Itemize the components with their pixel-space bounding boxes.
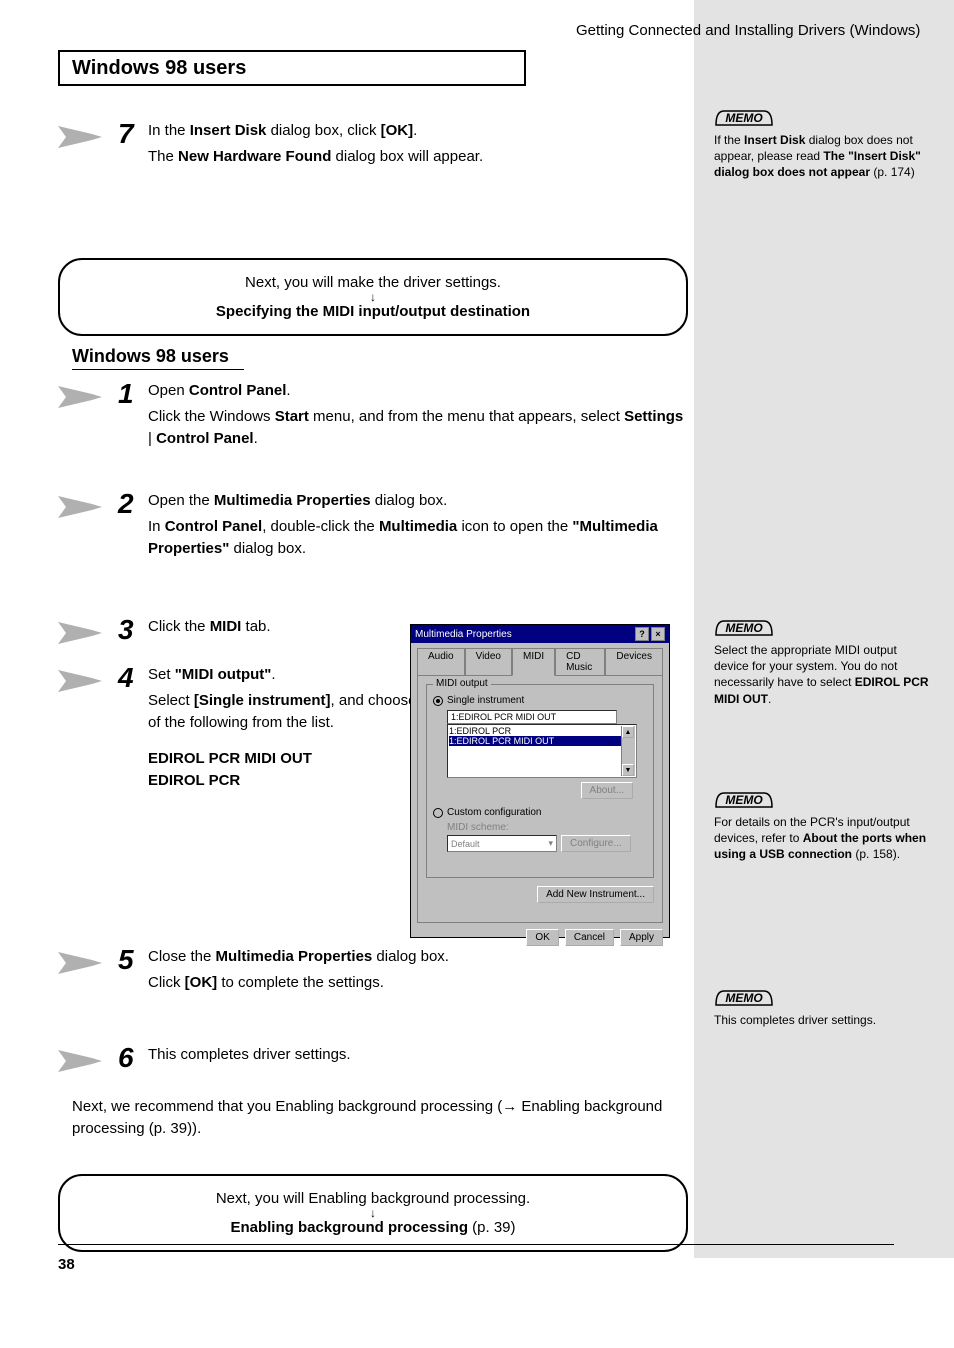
list-item: EDIROL PCR	[148, 772, 240, 789]
svg-text:MEMO: MEMO	[725, 793, 763, 807]
step-text: This completes driver settings.	[148, 1044, 688, 1066]
dialog-tabs: Audio Video MIDI CD Music Devices	[411, 643, 669, 675]
page-number: 38	[58, 1256, 75, 1273]
close-icon[interactable]: ×	[651, 627, 665, 641]
help-icon[interactable]: ?	[635, 627, 649, 641]
step-text: Close the Multimedia Properties dialog b…	[148, 946, 688, 968]
memo-icon: MEMO	[714, 786, 778, 812]
instrument-list[interactable]: 1:EDIROL PCR 1:EDIROL PCR MIDI OUT ▲ ▼	[447, 724, 637, 778]
step-arrow-icon	[58, 664, 118, 694]
step-text: Open the Multimedia Properties dialog bo…	[148, 490, 688, 512]
midi-output-group: MIDI output Single instrument 1:EDIROL P…	[426, 684, 654, 878]
scroll-down-icon[interactable]: ▼	[622, 764, 634, 776]
cancel-button[interactable]: Cancel	[565, 929, 614, 946]
footer-rule	[58, 1244, 894, 1245]
chevron-down-icon: ▾	[548, 838, 553, 849]
step-arrow-icon	[58, 490, 118, 520]
callout-next-bg: Next, you will Enabling background proce…	[58, 1174, 688, 1252]
scheme-dropdown[interactable]: Default ▾	[447, 835, 557, 852]
down-arrow-icon: ↓	[82, 1207, 664, 1219]
ok-button[interactable]: OK	[526, 929, 558, 946]
radio-single-instrument[interactable]	[433, 696, 443, 706]
section-title-box: Windows 98 users	[58, 50, 526, 86]
step-number: 1	[118, 380, 148, 408]
step-number: 5	[118, 946, 148, 974]
tab-cd-music[interactable]: CD Music	[555, 648, 605, 676]
memo-note: MEMO If the Insert Disk dialog box does …	[714, 104, 934, 181]
step-number: 7	[118, 120, 148, 148]
selected-instrument-field[interactable]: 1:EDIROL PCR MIDI OUT	[447, 710, 617, 724]
svg-text:MEMO: MEMO	[725, 621, 763, 635]
step-subtext: In Control Panel, double-click the Multi…	[148, 516, 688, 560]
memo-note: MEMO Select the appropriate MIDI output …	[714, 614, 934, 707]
memo-icon: MEMO	[714, 614, 778, 640]
step-arrow-icon	[58, 1044, 118, 1074]
scroll-up-icon[interactable]: ▲	[622, 726, 634, 738]
step-number: 2	[118, 490, 148, 518]
list-item[interactable]: 1:EDIROL PCR MIDI OUT	[449, 736, 621, 746]
step-number: 6	[118, 1044, 148, 1072]
memo-note: MEMO This completes driver settings.	[714, 984, 934, 1028]
step-arrow-icon	[58, 946, 118, 976]
memo-icon: MEMO	[714, 984, 778, 1010]
multimedia-properties-dialog: Multimedia Properties ? × Audio Video MI…	[410, 624, 670, 938]
step-arrow-icon	[58, 120, 118, 150]
radio-label: Custom configuration	[447, 807, 542, 818]
tab-midi[interactable]: MIDI	[512, 648, 555, 676]
dialog-title: Multimedia Properties	[415, 629, 512, 640]
heading-underline	[72, 369, 244, 370]
down-arrow-icon: ↓	[82, 291, 664, 303]
apply-button[interactable]: Apply	[620, 929, 663, 946]
svg-text:MEMO: MEMO	[725, 991, 763, 1005]
proceed-text: Next, we recommend that you Enabling bac…	[72, 1096, 688, 1140]
step-arrow-icon	[58, 380, 118, 410]
section-title: Windows 98 users	[72, 57, 246, 80]
step-option-list: EDIROL PCR MIDI OUT EDIROL PCR	[148, 748, 448, 792]
step-arrow-icon	[58, 616, 118, 646]
dialog-titlebar: Multimedia Properties ? ×	[411, 625, 669, 643]
step-text: Set "MIDI output".	[148, 664, 398, 686]
step-number: 4	[118, 664, 148, 692]
configure-button[interactable]: Configure...	[561, 835, 631, 852]
header-text: Getting Connected and Installing Drivers…	[576, 22, 920, 39]
step-subtext: Click [OK] to complete the settings.	[148, 972, 688, 994]
step-subtext: Select [Single instrument], and choose o…	[148, 690, 448, 734]
list-item[interactable]: 1:EDIROL PCR	[449, 726, 621, 736]
add-instrument-button[interactable]: Add New Instrument...	[537, 886, 654, 903]
list-item: EDIROL PCR MIDI OUT	[148, 750, 312, 767]
svg-text:MEMO: MEMO	[725, 111, 763, 125]
step-subtext: The New Hardware Found dialog box will a…	[148, 146, 688, 168]
group-label: MIDI output	[433, 678, 491, 689]
step-text: Open Control Panel.	[148, 380, 688, 402]
radio-custom-config[interactable]	[433, 808, 443, 818]
scheme-label: MIDI scheme:	[447, 822, 647, 833]
memo-note: MEMO For details on the PCR's input/outp…	[714, 786, 934, 863]
subsection-heading: Windows 98 users	[72, 346, 244, 367]
scrollbar[interactable]: ▲ ▼	[621, 726, 635, 776]
tab-video[interactable]: Video	[465, 648, 512, 676]
step-subtext: Click the Windows Start menu, and from t…	[148, 406, 688, 450]
radio-label: Single instrument	[447, 695, 524, 706]
step-text: Click the MIDI tab.	[148, 616, 398, 638]
step-number: 3	[118, 616, 148, 644]
step-text: In the Insert Disk dialog box, click [OK…	[148, 120, 688, 142]
memo-icon: MEMO	[714, 104, 778, 130]
tab-devices[interactable]: Devices	[605, 648, 663, 676]
tab-audio[interactable]: Audio	[417, 648, 465, 676]
about-button[interactable]: About...	[581, 782, 633, 799]
